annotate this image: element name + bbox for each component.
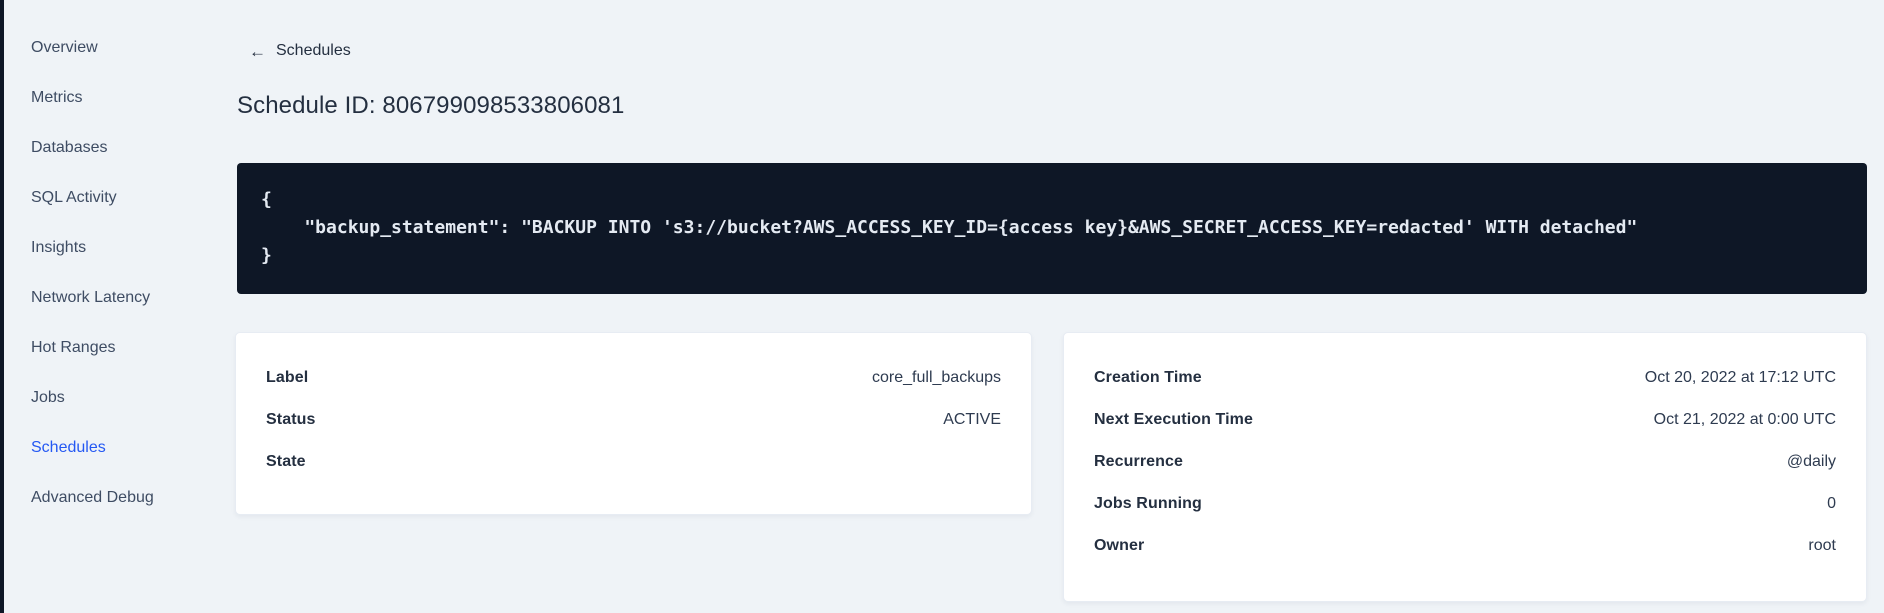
card-row-label: Label core_full_backups: [266, 357, 1001, 399]
code-line: "backup_statement": "BACKUP INTO 's3://b…: [261, 217, 1638, 238]
row-value: Oct 21, 2022 at 0:00 UTC: [1653, 411, 1836, 428]
code-line: }: [261, 245, 272, 266]
card-row-status: Status ACTIVE: [266, 399, 1001, 441]
schedule-definition-code: { "backup_statement": "BACKUP INTO 's3:/…: [237, 163, 1867, 294]
schedule-status-card: Label core_full_backups Status ACTIVE St…: [235, 332, 1032, 515]
row-value: ACTIVE: [943, 411, 1001, 428]
back-link-label: Schedules: [276, 42, 351, 59]
row-label: Jobs Running: [1094, 495, 1202, 512]
row-label: State: [266, 453, 306, 470]
schedule-details-page: ← Schedules Schedule ID: 806799098533806…: [0, 0, 1884, 613]
row-label: Recurrence: [1094, 453, 1184, 470]
card-row-next-execution-time: Next Execution Time Oct 21, 2022 at 0:00…: [1094, 399, 1836, 441]
row-label: Status: [266, 411, 316, 428]
row-label: Creation Time: [1094, 369, 1202, 386]
row-label: Owner: [1094, 537, 1145, 554]
back-arrow-icon: ←: [249, 41, 266, 61]
row-value: core_full_backups: [872, 369, 1001, 386]
card-row-jobs-running: Jobs Running 0: [1094, 483, 1836, 525]
back-link[interactable]: ← Schedules: [249, 42, 351, 60]
card-row-recurrence: Recurrence @daily: [1094, 441, 1836, 483]
card-row-creation-time: Creation Time Oct 20, 2022 at 17:12 UTC: [1094, 357, 1836, 399]
page-title: Schedule ID: 806799098533806081: [237, 92, 625, 119]
row-label: Next Execution Time: [1094, 411, 1253, 428]
row-value: Oct 20, 2022 at 17:12 UTC: [1644, 369, 1836, 386]
row-value: @daily: [1786, 453, 1836, 470]
schedule-timing-card: Creation Time Oct 20, 2022 at 17:12 UTC …: [1063, 332, 1867, 602]
row-value: 0: [1827, 495, 1836, 512]
code-line: {: [261, 189, 272, 210]
card-row-state: State: [266, 441, 1001, 483]
row-label: Label: [266, 369, 309, 386]
row-value: root: [1808, 537, 1836, 554]
card-row-owner: Owner root: [1094, 525, 1836, 567]
